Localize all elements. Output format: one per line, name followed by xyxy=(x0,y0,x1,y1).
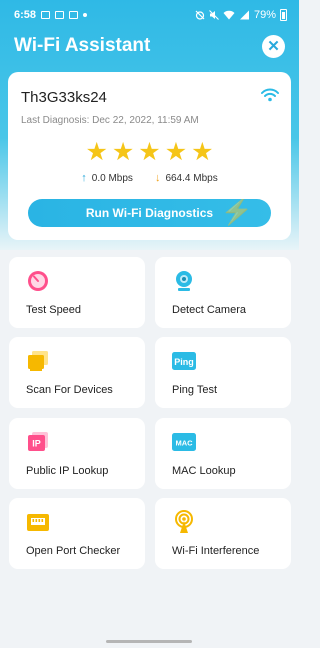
notification-mail-icon xyxy=(69,11,79,19)
star-icon: ★ xyxy=(164,138,188,166)
star-icon: ★ xyxy=(138,138,161,166)
mac-icon: MAC xyxy=(172,433,196,451)
tool-label: MAC Lookup xyxy=(172,465,236,477)
camera-icon xyxy=(176,271,192,291)
tool-ping-test[interactable]: Ping Ping Test xyxy=(155,337,291,408)
tool-open-port-checker[interactable]: Open Port Checker xyxy=(9,498,145,569)
tool-label: Scan For Devices xyxy=(26,384,113,396)
interference-icon xyxy=(175,510,193,533)
upload-value: 0.0 Mbps xyxy=(91,172,133,184)
last-diagnosis: Last Diagnosis: Dec 22, 2022, 11:59 AM xyxy=(21,115,199,126)
ip-icon-text: IP xyxy=(32,439,41,449)
tool-label: Ping Test xyxy=(172,384,218,396)
alarm-off-icon xyxy=(195,10,205,20)
star-icon: ★ xyxy=(85,138,108,166)
mac-icon-text: MAC xyxy=(175,439,193,448)
speed-readout: ↑ 0.0 Mbps ↓ 664.4 Mbps xyxy=(8,172,291,184)
close-button[interactable]: ✕ xyxy=(262,34,285,58)
upload-speed: ↑ 0.0 Mbps xyxy=(81,172,133,184)
star-icon: ★ xyxy=(191,138,214,166)
tool-label: Open Port Checker xyxy=(26,545,121,557)
status-time: 6:58 xyxy=(14,9,37,21)
lightning-icon: ⚡ xyxy=(220,199,253,226)
close-icon: ✕ xyxy=(267,37,280,55)
battery-icon xyxy=(280,9,287,21)
tool-label: Detect Camera xyxy=(172,304,246,316)
app-header: Wi-Fi Assistant ✕ xyxy=(0,30,299,62)
tool-label: Test Speed xyxy=(26,304,82,316)
home-indicator[interactable] xyxy=(106,640,192,643)
tool-detect-camera[interactable]: Detect Camera xyxy=(155,257,291,328)
ip-icon: IP xyxy=(28,432,48,451)
download-arrow-icon: ↓ xyxy=(154,172,161,184)
port-icon xyxy=(27,514,49,531)
tool-mac-lookup[interactable]: MAC MAC Lookup xyxy=(155,418,291,489)
run-diagnostics-label: Run Wi-Fi Diagnostics xyxy=(85,206,214,220)
ping-icon: Ping xyxy=(172,352,196,370)
tool-label: Public IP Lookup xyxy=(26,465,109,477)
run-diagnostics-button[interactable]: Run Wi-Fi Diagnostics ⚡ xyxy=(28,199,271,227)
wifi-icon xyxy=(261,88,279,102)
star-icon: ★ xyxy=(111,138,135,166)
notification-dot-icon xyxy=(83,13,88,17)
tool-test-speed[interactable]: Test Speed xyxy=(9,257,145,328)
mute-icon xyxy=(209,10,219,20)
speedometer-icon xyxy=(28,271,48,291)
download-speed: ↓ 664.4 Mbps xyxy=(155,172,218,184)
upload-arrow-icon: ↑ xyxy=(81,172,87,184)
notification-image-icon xyxy=(41,11,51,19)
tool-public-ip[interactable]: IP Public IP Lookup xyxy=(9,418,145,489)
page-title: Wi-Fi Assistant xyxy=(14,35,151,56)
ping-icon-text: Ping xyxy=(174,357,194,367)
signal-icon xyxy=(239,10,249,20)
battery-percent: 79% xyxy=(253,9,276,21)
status-bar: 6:58 79% xyxy=(0,0,299,30)
tool-label: Wi-Fi Interference xyxy=(172,545,260,557)
download-value: 664.4 Mbps xyxy=(165,172,218,184)
notification-photo-icon xyxy=(55,11,65,19)
rating-stars: ★ ★ ★ ★ ★ xyxy=(8,140,291,165)
tool-scan-devices[interactable]: Scan For Devices xyxy=(9,337,145,408)
network-ssid: Th3G33ks24 xyxy=(21,89,107,106)
tool-wifi-interference[interactable]: Wi-Fi Interference xyxy=(155,498,291,569)
wifi-status-icon xyxy=(223,10,235,20)
devices-icon xyxy=(28,351,48,371)
network-card: Th3G33ks24 Last Diagnosis: Dec 22, 2022,… xyxy=(8,72,291,240)
